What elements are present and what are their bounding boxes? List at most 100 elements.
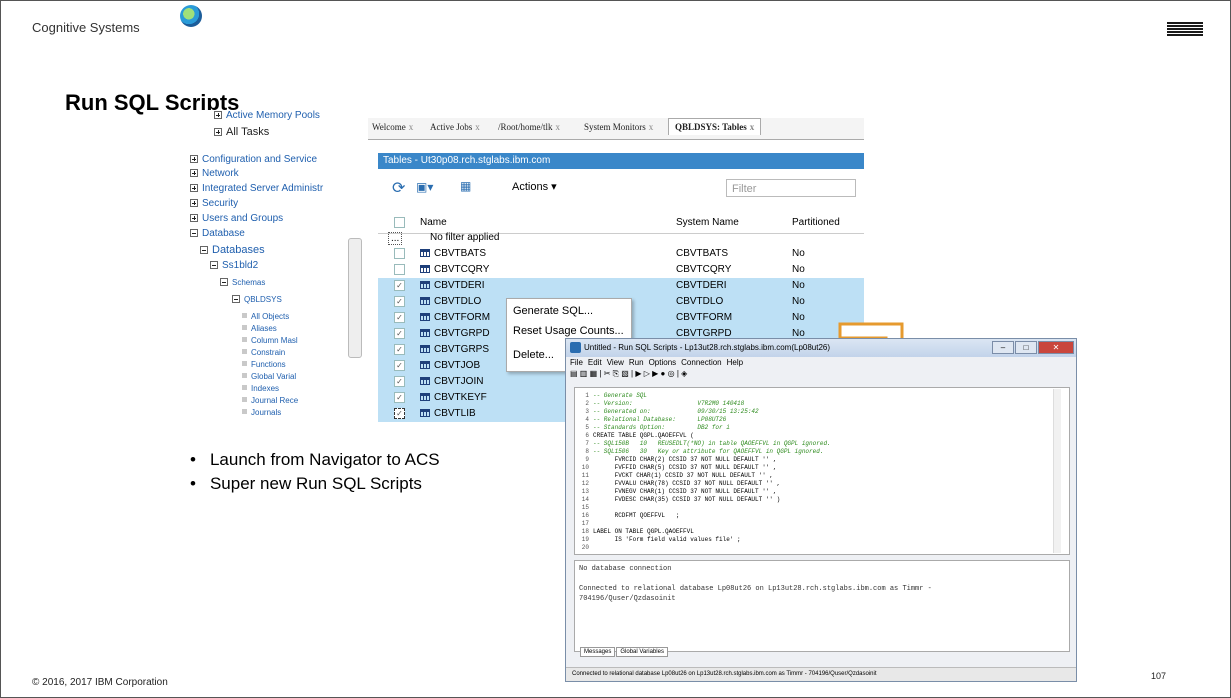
copy-icon[interactable]: ⎘ bbox=[613, 369, 619, 378]
expand-icon[interactable] bbox=[190, 199, 198, 207]
editor-scrollbar[interactable] bbox=[1053, 389, 1061, 553]
row-checkbox[interactable]: ✓ bbox=[394, 296, 405, 307]
row-checkbox[interactable]: ✓ bbox=[394, 280, 405, 291]
menu-item[interactable]: Connection bbox=[681, 358, 721, 367]
nav-item[interactable]: Database bbox=[190, 228, 245, 239]
row-checkbox[interactable]: ✓ bbox=[394, 312, 405, 323]
close-tab-icon[interactable]: x bbox=[750, 122, 755, 132]
expand-icon[interactable] bbox=[190, 155, 198, 163]
run-all-icon[interactable]: ▶ bbox=[635, 369, 641, 378]
new-icon[interactable]: ▤ bbox=[570, 369, 578, 378]
column-header-name[interactable]: Name bbox=[420, 217, 447, 228]
context-menu-item[interactable]: Generate SQL... bbox=[513, 305, 593, 317]
table-row[interactable]: ✓ CBVTDERI CBVTDERI No bbox=[378, 278, 864, 294]
nav-item[interactable]: Network bbox=[190, 168, 239, 179]
tab[interactable]: System Monitors x bbox=[584, 122, 653, 132]
menu-item[interactable]: File bbox=[570, 358, 583, 367]
column-header-partitioned[interactable]: Partitioned bbox=[792, 217, 840, 228]
nav-item[interactable]: Active Memory Pools bbox=[214, 110, 320, 121]
row-checkbox[interactable] bbox=[394, 248, 405, 259]
nav-item[interactable]: Schemas bbox=[220, 278, 265, 287]
collapse-icon[interactable] bbox=[190, 229, 198, 237]
save-icon[interactable]: ▦ bbox=[590, 369, 598, 378]
close-tab-icon[interactable]: x bbox=[649, 122, 654, 132]
menu-item[interactable]: View bbox=[607, 358, 624, 367]
collapse-icon[interactable] bbox=[210, 261, 218, 269]
menu-item[interactable]: Options bbox=[649, 358, 677, 367]
object-icon[interactable] bbox=[242, 337, 247, 342]
column-header-system-name[interactable]: System Name bbox=[676, 217, 739, 228]
row-checkbox[interactable]: ✓ bbox=[394, 344, 405, 355]
nav-item[interactable]: Users and Groups bbox=[190, 213, 283, 224]
tab[interactable]: Welcome x bbox=[372, 122, 413, 132]
tab[interactable]: /Root/home/tlk x bbox=[498, 122, 560, 132]
object-icon[interactable] bbox=[242, 349, 247, 354]
actions-menu[interactable]: Actions ▾ bbox=[512, 180, 557, 193]
nav-item[interactable]: All Tasks bbox=[214, 126, 269, 138]
collapse-icon[interactable] bbox=[220, 278, 228, 286]
row-checkbox[interactable]: ✓ bbox=[394, 328, 405, 339]
expand-icon[interactable] bbox=[190, 169, 198, 177]
sql-editor[interactable]: 1 -- Generate SQL 2 -- Version: V7R2M0 1404… bbox=[574, 387, 1070, 555]
maximize-icon[interactable]: □ bbox=[1015, 341, 1037, 354]
nav-item[interactable]: Global Varial bbox=[242, 372, 296, 381]
nav-item[interactable]: Column Masl bbox=[242, 336, 298, 345]
nav-item[interactable]: Aliases bbox=[242, 324, 277, 333]
object-icon[interactable] bbox=[242, 409, 247, 414]
nav-item[interactable]: Configuration and Service bbox=[190, 154, 317, 165]
stop-icon[interactable]: ● bbox=[661, 369, 666, 378]
object-icon[interactable] bbox=[242, 361, 247, 366]
nav-item[interactable]: Journal Rece bbox=[242, 396, 298, 405]
context-menu-item[interactable]: Delete... bbox=[513, 349, 554, 361]
open-icon[interactable]: ▥ bbox=[580, 369, 588, 378]
filter-input[interactable]: Filter bbox=[726, 179, 856, 197]
close-tab-icon[interactable]: x bbox=[475, 122, 480, 132]
nav-item[interactable]: Security bbox=[190, 198, 238, 209]
cut-icon[interactable]: ✂ bbox=[604, 369, 611, 378]
table-row[interactable]: CBVTCQRY CBVTCQRY No bbox=[378, 262, 864, 278]
expand-icon[interactable] bbox=[190, 184, 198, 192]
filter-row-icon[interactable]: ... bbox=[388, 232, 403, 245]
object-icon[interactable] bbox=[242, 313, 247, 318]
collapse-icon[interactable] bbox=[200, 246, 208, 254]
tab[interactable]: Active Jobs x bbox=[430, 122, 480, 132]
object-icon[interactable] bbox=[242, 397, 247, 402]
close-icon[interactable]: ✕ bbox=[1038, 341, 1074, 354]
select-all-checkbox[interactable] bbox=[394, 217, 405, 228]
tab[interactable]: QBLDSYS: Tables x bbox=[668, 118, 762, 135]
expand-icon[interactable] bbox=[190, 214, 198, 222]
nav-item[interactable]: All Objects bbox=[242, 312, 289, 321]
row-checkbox[interactable]: ✓ bbox=[394, 392, 405, 403]
close-tab-icon[interactable]: x bbox=[556, 122, 561, 132]
object-icon[interactable] bbox=[242, 385, 247, 390]
nav-item[interactable]: Ss1bld2 bbox=[210, 260, 258, 271]
run-from-icon[interactable]: ▶ bbox=[652, 369, 658, 378]
row-checkbox[interactable]: ✓ bbox=[394, 360, 405, 371]
nav-item[interactable]: Journals bbox=[242, 408, 281, 417]
object-icon[interactable] bbox=[242, 373, 247, 378]
navigator-scrollbar[interactable] bbox=[348, 238, 362, 358]
object-icon[interactable] bbox=[242, 325, 247, 330]
nav-item[interactable]: Integrated Server Administr bbox=[190, 183, 323, 194]
close-tab-icon[interactable]: x bbox=[409, 122, 414, 132]
nav-item[interactable]: QBLDSYS bbox=[232, 295, 282, 304]
cancel-icon[interactable]: ◎ bbox=[668, 369, 675, 378]
context-menu-item[interactable]: Reset Usage Counts... bbox=[513, 325, 624, 337]
collapse-icon[interactable] bbox=[232, 295, 240, 303]
row-checkbox[interactable] bbox=[394, 264, 405, 275]
calculator-icon[interactable]: ▦ bbox=[460, 179, 471, 193]
row-checkbox[interactable]: ✓ bbox=[394, 408, 405, 419]
nav-item[interactable]: Indexes bbox=[242, 384, 279, 393]
table-row[interactable]: CBVTBATS CBVTBATS No bbox=[378, 246, 864, 262]
menu-item[interactable]: Help bbox=[727, 358, 743, 367]
menu-item[interactable]: Edit bbox=[588, 358, 602, 367]
nav-item[interactable]: Functions bbox=[242, 360, 286, 369]
paste-icon[interactable]: ▧ bbox=[621, 369, 629, 378]
message-tab[interactable]: Messages bbox=[580, 647, 616, 657]
explain-icon[interactable]: ◈ bbox=[681, 369, 687, 378]
row-checkbox[interactable]: ✓ bbox=[394, 376, 405, 387]
expand-icon[interactable] bbox=[214, 128, 222, 136]
refresh-icon[interactable]: ⟳ bbox=[392, 178, 405, 198]
nav-item[interactable]: Constrain bbox=[242, 348, 285, 357]
nav-item[interactable]: Databases bbox=[200, 244, 265, 256]
